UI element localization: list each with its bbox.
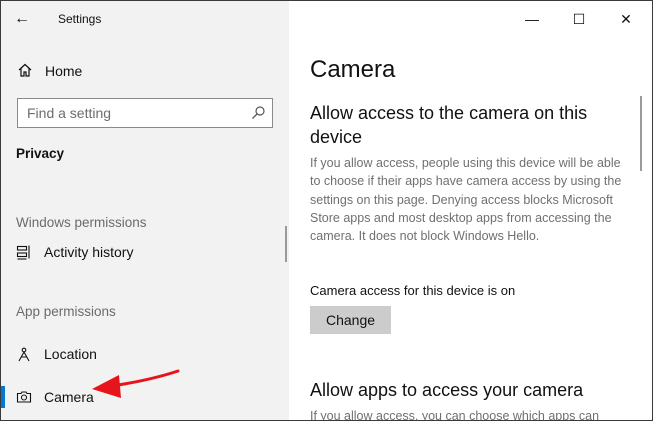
app-title: Settings — [58, 12, 102, 26]
window-controls: — ☐ ✕ — [512, 1, 652, 37]
sidebar-item-activity-history[interactable]: Activity history — [1, 235, 289, 269]
home-icon — [18, 63, 32, 77]
change-button[interactable]: Change — [310, 306, 391, 334]
app-access-description: If you allow access, you can choose whic… — [310, 409, 600, 421]
group-label-app-permissions: App permissions — [16, 304, 116, 319]
back-button[interactable]: ← — [11, 9, 33, 29]
title-bar: ← Settings — [1, 1, 289, 37]
section-heading-device-access: Allow access to the camera on this devic… — [310, 103, 588, 147]
main-content: — ☐ ✕ Camera Allow access to the camera … — [289, 1, 652, 420]
search-icon[interactable] — [250, 105, 266, 121]
sidebar: ← Settings Home Privacy Windows permissi… — [1, 1, 289, 420]
activity-history-icon — [16, 245, 30, 260]
camera-access-status: Camera access for this device is on — [310, 283, 516, 298]
sidebar-item-label: Camera — [44, 389, 94, 405]
camera-icon — [16, 391, 32, 403]
device-access-description: If you allow access, people using this d… — [310, 156, 622, 244]
content-scrollbar[interactable] — [640, 96, 642, 171]
sidebar-item-label: Location — [44, 346, 97, 362]
location-icon — [18, 347, 30, 362]
sidebar-scrollbar[interactable] — [285, 226, 287, 262]
sidebar-item-label: Activity history — [44, 244, 134, 260]
sidebar-item-label: Home — [45, 63, 83, 79]
search-input[interactable] — [18, 99, 247, 127]
close-button[interactable]: ✕ — [614, 7, 638, 31]
page-title: Camera — [310, 56, 396, 83]
section-heading-app-access: Allow apps to access your camera — [310, 380, 584, 400]
sidebar-item-location[interactable]: Location — [1, 337, 289, 371]
sidebar-item-home[interactable]: Home — [1, 56, 289, 86]
group-label-windows-permissions: Windows permissions — [16, 215, 147, 230]
selection-indicator — [1, 386, 5, 408]
sidebar-item-camera[interactable]: Camera — [1, 380, 289, 414]
minimize-button[interactable]: — — [520, 7, 544, 31]
settings-window: ← Settings Home Privacy Windows permissi… — [0, 0, 653, 421]
search-box[interactable] — [17, 98, 273, 128]
section-heading-privacy: Privacy — [16, 146, 65, 161]
maximize-button[interactable]: ☐ — [567, 7, 591, 31]
